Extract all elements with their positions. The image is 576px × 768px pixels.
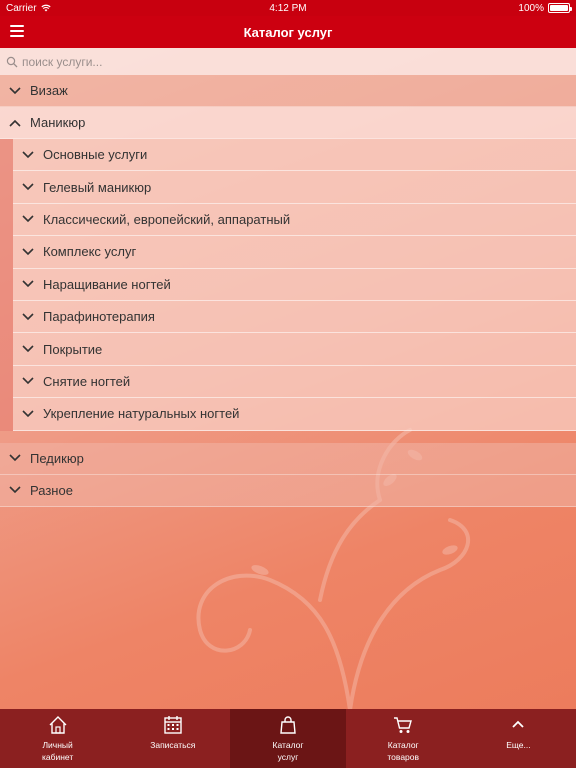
subcategory-row[interactable]: Комплекс услуг [13, 236, 576, 269]
subcategory-label: Укрепление натуральных ногтей [43, 406, 240, 422]
battery-percent: 100% [518, 2, 544, 14]
shopping-bag-icon [280, 716, 296, 734]
category-label: Разное [30, 482, 73, 498]
subcategory-label: Снятие ногтей [43, 373, 131, 389]
subcategory-label: Парафинотерапия [43, 309, 155, 325]
chevron-up-icon [512, 720, 525, 728]
carrier-label: Carrier [6, 2, 37, 14]
subcategory-label: Комплекс услуг [43, 244, 137, 260]
chevron-down-icon [0, 86, 30, 95]
category-label: Визаж [30, 83, 68, 98]
tab-service-catalog[interactable]: Каталог услуг [230, 709, 346, 768]
chevron-down-icon [13, 215, 43, 223]
home-icon [49, 716, 67, 734]
tab-label: Каталог товаров [387, 740, 420, 762]
chevron-down-icon [13, 377, 43, 385]
chevron-down-icon [13, 151, 43, 159]
tab-label: Каталог услуг [272, 740, 304, 762]
nav-bar: Каталог услуг [0, 16, 576, 48]
subcategory-row[interactable]: Гелевый маникюр [13, 171, 576, 204]
tab-bar: Личный кабинет Записаться Каталог услуг … [0, 709, 576, 768]
category-row-manicure[interactable]: Маникюр [0, 107, 576, 139]
tab-label: Личный кабинет [41, 740, 74, 762]
menu-icon[interactable] [10, 25, 24, 39]
search-input[interactable] [22, 54, 562, 69]
status-bar: Carrier 4:12 PM 100% [0, 0, 576, 16]
subcategory-row[interactable]: Наращивание ногтей [13, 268, 576, 301]
tab-book[interactable]: Записаться [115, 709, 230, 768]
status-left: Carrier [6, 3, 51, 14]
tab-product-catalog[interactable]: Каталог товаров [346, 709, 461, 768]
chevron-down-icon [13, 248, 43, 256]
chevron-down-icon [13, 280, 43, 288]
cart-icon [394, 717, 413, 733]
status-time: 4:12 PM [269, 2, 307, 14]
chevron-down-icon [13, 345, 43, 353]
category-row-pedicure[interactable]: Педикюр [0, 442, 576, 475]
wifi-icon [40, 4, 51, 12]
subcategory-row[interactable]: Снятие ногтей [13, 365, 576, 399]
search-bar [0, 48, 576, 75]
subcategory-row[interactable]: Основные услуги [13, 139, 576, 172]
chevron-down-icon [0, 454, 30, 462]
chevron-down-icon [0, 486, 30, 494]
status-right: 100% [518, 2, 572, 14]
tab-personal-account[interactable]: Личный кабинет [0, 709, 115, 768]
category-row-misc[interactable]: Разное [0, 474, 576, 507]
manicure-subcategories: Основные услуги Гелевый маникюр Классиче… [0, 139, 576, 431]
category-row-vizazh[interactable]: Визаж [0, 75, 576, 107]
tab-label: Записаться [150, 740, 196, 750]
chevron-down-icon [13, 183, 43, 191]
page-title: Каталог услуг [243, 24, 333, 40]
category-label: Педикюр [30, 450, 84, 466]
calendar-icon [164, 716, 182, 734]
subcategory-row[interactable]: Парафинотерапия [13, 300, 576, 334]
chevron-up-icon [0, 119, 30, 127]
tab-more[interactable]: Еще... [461, 709, 576, 768]
subcategory-label: Классический, европейский, аппаратный [43, 211, 291, 227]
subcategory-label: Основные услуги [43, 147, 148, 163]
battery-icon [548, 3, 572, 13]
subcategory-row[interactable]: Классический, европейский, аппаратный [13, 203, 576, 237]
chevron-down-icon [13, 410, 43, 418]
chevron-down-icon [13, 313, 43, 321]
tab-label: Еще... [506, 740, 531, 750]
subcategory-label: Наращивание ногтей [43, 276, 171, 292]
subcategory-row[interactable]: Укрепление натуральных ногтей [13, 398, 576, 431]
category-label: Маникюр [30, 115, 86, 130]
subcategory-label: Покрытие [43, 341, 103, 357]
service-catalog-list: Визаж Маникюр Основные услуги Гелевый ма… [0, 75, 576, 507]
subcategory-label: Гелевый маникюр [43, 179, 152, 195]
search-icon [6, 56, 18, 67]
subcategory-row[interactable]: Покрытие [13, 333, 576, 366]
